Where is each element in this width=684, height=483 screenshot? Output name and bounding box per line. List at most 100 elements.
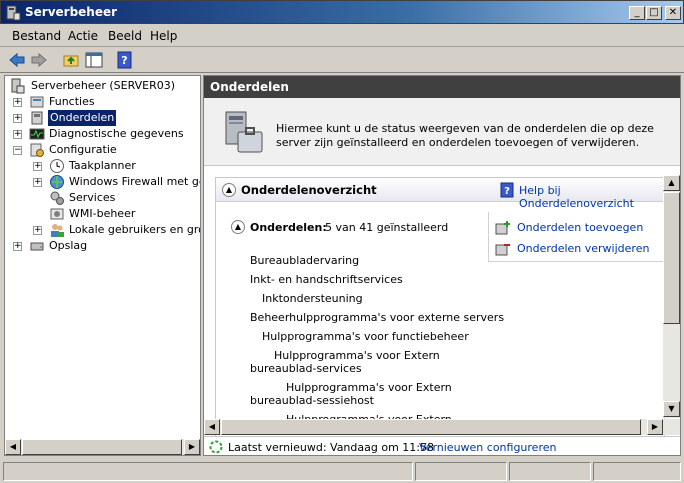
details-vertical-scrollbar[interactable]: ▲ ▼	[663, 175, 680, 418]
status-panel-3	[509, 462, 591, 481]
scroll-left-icon[interactable]: ◀	[204, 419, 220, 435]
tree-item-functies[interactable]: + Functies	[13, 94, 198, 110]
minimize-button[interactable]: _	[629, 6, 645, 20]
installed-feature: Hulpprogramma's voor functiebeheer	[262, 330, 469, 343]
tree-item-label: Windows Firewall met geav	[69, 175, 200, 188]
svg-text:?: ?	[121, 54, 127, 67]
up-folder-icon[interactable]	[62, 51, 80, 69]
tree-item-services[interactable]: Services	[33, 190, 198, 206]
remove-features-link[interactable]: Onderdelen verwijderen	[517, 242, 649, 255]
scroll-up-icon[interactable]: ▲	[663, 175, 680, 191]
scroll-right-icon[interactable]: ▶	[647, 419, 663, 435]
server-icon	[11, 78, 25, 94]
section-header[interactable]: ▲ Onderdelenoverzicht ? Help bij Onderde…	[216, 178, 665, 210]
section-title: Onderdelenoverzicht	[241, 183, 377, 197]
svg-text:?: ?	[504, 186, 510, 197]
tree-item-onderdelen[interactable]: + Onderdelen	[13, 109, 198, 127]
installed-feature: Inktondersteuning	[262, 292, 363, 305]
server-manager-icon	[6, 5, 21, 21]
diagnostics-icon	[29, 128, 45, 140]
last-refresh-text: Laatst vernieuwd: Vandaag om 11:58	[228, 441, 434, 454]
configuration-icon	[30, 143, 44, 157]
expand-icon[interactable]: +	[33, 226, 42, 235]
wmi-icon	[50, 208, 64, 220]
gears-icon	[50, 191, 64, 205]
configure-refresh-link[interactable]: Vernieuwen configureren	[419, 441, 556, 454]
menu-bestand[interactable]: Bestand	[12, 29, 61, 43]
help-icon[interactable]: ?	[116, 51, 134, 69]
remove-features-icon	[495, 244, 510, 256]
scroll-thumb[interactable]	[22, 439, 182, 455]
features-large-icon	[225, 111, 263, 153]
close-button[interactable]: ✕	[665, 6, 681, 20]
installed-feature: Hulpprogramma's voor Extern	[286, 381, 452, 394]
show-hide-console-tree-icon[interactable]	[85, 51, 103, 69]
tree-item-label: WMI-beheer	[69, 207, 136, 220]
maximize-button[interactable]: □	[646, 6, 662, 20]
scroll-thumb[interactable]	[663, 192, 680, 324]
tree-item-label: Lokale gebruikers en groepe	[69, 223, 200, 236]
users-icon	[51, 224, 64, 237]
tree-item-label: Onderdelen	[46, 109, 118, 127]
tree-horizontal-scrollbar[interactable]: ◀ ▶	[5, 439, 200, 455]
expand-icon[interactable]: +	[13, 130, 22, 139]
tree-item-lokale-gebruikers[interactable]: + Lokale gebruikers en groepe	[33, 222, 200, 238]
intro-text: Hiermee kunt u de status weergeven van d…	[276, 122, 654, 149]
title-bar: Serverbeheer _ □ ✕	[0, 0, 684, 24]
menu-bar: Bestand Actie Beeld Help	[0, 25, 684, 47]
scroll-right-icon[interactable]: ▶	[184, 439, 200, 455]
installed-feature: Beheerhulpprogramma's voor externe serve…	[250, 311, 505, 324]
refresh-icon[interactable]	[208, 439, 224, 455]
expand-icon[interactable]: +	[13, 114, 22, 123]
intro-banner: Hiermee kunt u de status weergeven van d…	[204, 98, 680, 166]
tree-item-wmi[interactable]: WMI-beheer	[33, 206, 198, 222]
add-features-icon	[495, 221, 510, 235]
forward-arrow-icon[interactable]	[30, 51, 48, 69]
help-book-icon: ?	[500, 182, 514, 198]
tree-item-label: Taakplanner	[69, 159, 136, 172]
scroll-thumb[interactable]	[221, 419, 641, 435]
collapse-section-icon[interactable]: ▲	[222, 183, 236, 197]
tree-item-label: Functies	[49, 95, 95, 108]
menu-help[interactable]: Help	[150, 29, 177, 43]
back-arrow-icon[interactable]	[8, 51, 26, 69]
status-panel-main	[3, 462, 413, 481]
expand-icon[interactable]: +	[33, 178, 42, 187]
features-summary-section: ▲ Onderdelenoverzicht ? Help bij Onderde…	[215, 177, 666, 455]
details-horizontal-scrollbar[interactable]: ◀ ▶	[204, 419, 680, 435]
collapse-icon[interactable]: −	[13, 146, 22, 155]
collapse-features-icon[interactable]: ▲	[231, 220, 245, 234]
tree-item-configuratie[interactable]: − Configuratie	[13, 142, 198, 158]
pane-header: Onderdelen	[204, 76, 680, 98]
tree-item-label: Configuratie	[49, 143, 117, 156]
roles-icon	[30, 96, 44, 108]
expand-icon[interactable]: +	[13, 242, 22, 251]
tree-item-taakplanner[interactable]: + Taakplanner	[33, 158, 198, 174]
tree-item-label: Opslag	[49, 239, 88, 252]
expand-icon[interactable]: +	[33, 162, 42, 171]
tree-item-diagnostiek[interactable]: + Diagnostische gegevens	[13, 126, 198, 142]
status-panel-2	[415, 462, 507, 481]
actions-panel: Onderdelen toevoegen Onderdelen verwijde…	[488, 212, 666, 262]
installed-feature: Hulpprogramma's voor Extern	[274, 349, 440, 362]
console-tree: Serverbeheer (SERVER03) + Functies + Ond…	[4, 75, 201, 456]
menu-actie[interactable]: Actie	[68, 29, 98, 43]
status-panel-4	[593, 462, 681, 481]
tree-root-label: Serverbeheer (SERVER03)	[31, 79, 176, 92]
firewall-icon	[50, 175, 64, 189]
add-features-link[interactable]: Onderdelen toevoegen	[517, 221, 643, 234]
expand-icon[interactable]: +	[13, 98, 22, 107]
tree-item-label: Diagnostische gegevens	[49, 127, 184, 140]
status-bar	[0, 460, 684, 483]
tree-item-firewall[interactable]: + Windows Firewall met geav	[33, 174, 200, 190]
scroll-left-icon[interactable]: ◀	[5, 439, 21, 455]
tree-item-opslag[interactable]: + Opslag	[13, 238, 198, 254]
features-icon	[31, 111, 43, 125]
menu-beeld[interactable]: Beeld	[108, 29, 142, 43]
details-pane: Onderdelen Hiermee kunt u de status weer…	[203, 75, 681, 456]
help-link[interactable]: Help bij Onderdelenoverzicht	[519, 184, 665, 210]
features-label: Onderdelen:	[250, 221, 327, 234]
scroll-down-icon[interactable]: ▼	[663, 401, 680, 417]
features-count: 5 van 41 geïnstalleerd	[325, 221, 449, 234]
installed-feature: bureaublad-services	[250, 362, 362, 375]
